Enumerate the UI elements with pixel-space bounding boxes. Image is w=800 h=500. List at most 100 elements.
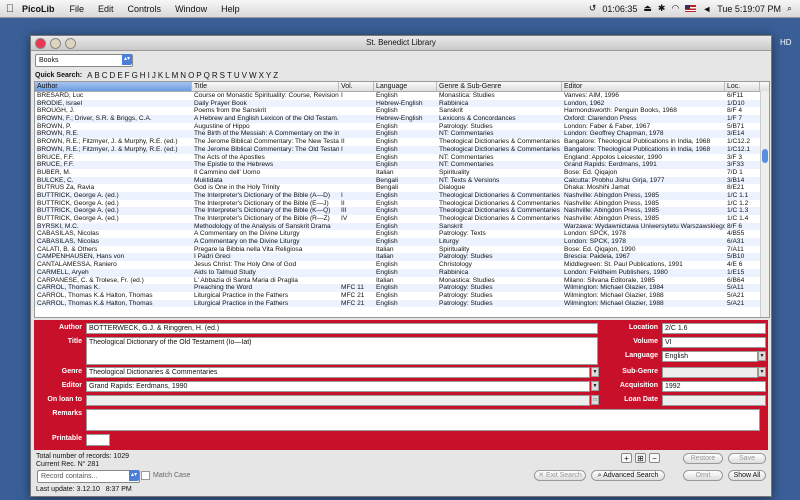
language-dropdown-icon[interactable]: ▼ xyxy=(758,351,766,361)
quick-search-letter[interactable]: B xyxy=(93,71,100,80)
quick-search-letter[interactable]: W xyxy=(248,71,258,80)
table-row[interactable]: BRODIE, Israel Daily Prayer Book Hebrew-En… xyxy=(35,99,769,108)
bluetooth-icon[interactable]: ✱ xyxy=(658,3,666,14)
subgenre-dropdown-icon[interactable]: ▼ xyxy=(758,367,766,377)
column-volume[interactable]: Vol. xyxy=(339,82,374,91)
collection-select[interactable]: Books ▴▾ xyxy=(35,53,133,67)
table-row[interactable]: BYRSKI, M.C. Methodology of the Analysis … xyxy=(35,222,769,231)
restore-button[interactable]: Restore xyxy=(683,453,723,464)
record-contains-select[interactable]: Record contains... ▴▾ xyxy=(37,470,140,483)
table-row[interactable]: CARROL, Thomas K.& Halton, Thomas Liturgi… xyxy=(35,292,769,300)
quick-search-letter[interactable]: K xyxy=(157,71,164,80)
volume-field[interactable]: VI xyxy=(662,337,766,348)
wifi-icon[interactable]: ◠ xyxy=(671,3,679,14)
table-row[interactable]: BROWN, R.E.; Fitzmyer, J. & Murphy, R.E.… xyxy=(35,145,769,154)
checkbox-icon[interactable] xyxy=(141,471,150,480)
omit-button[interactable]: Omit xyxy=(683,470,723,481)
genre-dropdown-icon[interactable]: ▼ xyxy=(591,367,599,377)
scroll-thumb[interactable] xyxy=(762,149,768,163)
column-editor[interactable]: Editor xyxy=(562,82,725,91)
delete-record-icon[interactable]: − xyxy=(649,453,660,463)
subgenre-field[interactable] xyxy=(662,367,758,378)
menu-window[interactable]: Window xyxy=(168,4,214,14)
menu-help[interactable]: Help xyxy=(214,4,247,14)
table-row[interactable]: BUTTRICK, George A. (ed.) The Interpreter… xyxy=(35,191,769,200)
table-row[interactable]: CARPANESE, C. & Trolese, Fr. (ed.) L' Abb… xyxy=(35,277,769,285)
match-case-checkbox[interactable]: Match Case xyxy=(141,471,190,480)
author-field[interactable]: BOTTERWECK, G.J. & Ringgren, H. (ed.) xyxy=(86,323,598,334)
table-row[interactable]: BUTTRICK, George A. (ed.) The Interpreter… xyxy=(35,215,769,223)
editor-dropdown-icon[interactable]: ▼ xyxy=(591,381,599,391)
advanced-search-button[interactable]: ⌕ Advanced Search xyxy=(591,470,665,481)
quick-search-letter[interactable]: Y xyxy=(265,71,272,80)
quick-search-letter[interactable]: S xyxy=(219,71,226,80)
column-location[interactable]: Loc. xyxy=(725,82,760,91)
title-field[interactable]: Theological Dictionary of the Old Testam… xyxy=(86,337,598,365)
table-row[interactable]: BROWN, R.E. The Birth of the Messiah: A C… xyxy=(35,130,769,139)
close-icon[interactable] xyxy=(35,38,46,49)
table-row[interactable]: CARROL, Thomas K. Preaching the Word MFC 1… xyxy=(35,284,769,292)
quick-search-letter[interactable]: C xyxy=(101,71,109,80)
quick-search-letter[interactable]: X xyxy=(258,71,265,80)
table-row[interactable]: BUTRUS Za, Ravia God is One in the Holy T… xyxy=(35,184,769,192)
quick-search-letter[interactable]: F xyxy=(124,71,131,80)
duplicate-record-icon[interactable]: ⊞ xyxy=(635,453,646,463)
column-language[interactable]: Language xyxy=(374,82,437,91)
menu-controls[interactable]: Controls xyxy=(121,4,169,14)
table-row[interactable]: BRUCE, F.F. The Epistle to the Hebrews Eng… xyxy=(35,161,769,169)
desktop-hd-label[interactable]: HD xyxy=(780,38,800,78)
table-row[interactable]: BULCKE, C. Muktidata Bengali NT: Texts & Ve… xyxy=(35,176,769,185)
quick-search-letter[interactable]: T xyxy=(226,71,233,80)
quick-search-letter[interactable]: V xyxy=(241,71,248,80)
exit-search-button[interactable]: ✕ Exit Search xyxy=(534,470,586,481)
table-row[interactable]: CARMELL, Aryeh Aids to Talmud Study Englis… xyxy=(35,268,769,277)
location-field[interactable]: 2/C 1.6 xyxy=(662,323,766,334)
add-record-icon[interactable]: + xyxy=(621,453,632,463)
spotlight-icon[interactable]: ⌕ xyxy=(787,3,792,14)
zoom-icon[interactable] xyxy=(65,38,76,49)
show-all-button[interactable]: Show All xyxy=(728,470,766,481)
quick-search-letter[interactable]: E xyxy=(116,71,123,80)
table-row[interactable]: BRESARD, Luc Course on Monastic Spiritual… xyxy=(35,92,769,100)
eject-icon[interactable]: ⏏ xyxy=(643,3,652,14)
acquisition-field[interactable]: 1992 xyxy=(662,381,766,392)
column-author[interactable]: Author xyxy=(35,82,192,91)
quick-search-letter[interactable]: G xyxy=(131,71,139,80)
table-row[interactable]: CANTALAMESSA, Raniero Jesus Christ: The H… xyxy=(35,261,769,269)
language-field[interactable]: English xyxy=(662,351,758,362)
table-row[interactable]: BUTTRICK, George A. (ed.) The Interpreter… xyxy=(35,200,769,208)
time-machine-icon[interactable]: ↺ xyxy=(589,3,597,14)
table-row[interactable]: BROWN, P. Augustine of Hippo English Patrol… xyxy=(35,123,769,131)
quick-search-letter[interactable]: U xyxy=(233,71,241,80)
minimize-icon[interactable] xyxy=(50,38,61,49)
table-row[interactable]: BRUCE, F.F. The Acts of the Apostles Engli… xyxy=(35,154,769,162)
column-genre[interactable]: Genre & Sub-Genre xyxy=(437,82,562,91)
quick-search-letter[interactable]: R xyxy=(211,71,219,80)
table-row[interactable]: BROWN, F.; Driver, S.R. & Briggs, C.A. A … xyxy=(35,115,769,123)
table-row[interactable]: BUTTRICK, George A. (ed.) The Interpreter… xyxy=(35,207,769,215)
apple-icon[interactable]:  xyxy=(0,3,20,15)
table-row[interactable]: BROWN, R.E.; Fitzmyer, J. & Murphy, R.E.… xyxy=(35,138,769,146)
table-row[interactable]: CABASILAS, Nicolas A Commentary on the Di… xyxy=(35,238,769,246)
quick-search-letter[interactable]: N xyxy=(179,71,187,80)
genre-field[interactable]: Theological Dictionaries & Commentaries xyxy=(86,367,590,378)
menu-edit[interactable]: Edit xyxy=(91,4,121,14)
table-row[interactable]: CARROL, Thomas K.& Halton, Thomas Liturgi… xyxy=(35,299,769,308)
quick-search-letter[interactable]: P xyxy=(195,71,202,80)
quick-search-letter[interactable]: O xyxy=(187,71,195,80)
quick-search-letter[interactable]: M xyxy=(171,71,180,80)
table-row[interactable]: BUBER, M. Il Cammino dell' Uomo Italian Spi… xyxy=(35,169,769,177)
menu-file[interactable]: File xyxy=(63,4,92,14)
table-row[interactable]: CABASILAS, Nicolas A Commentary on the Di… xyxy=(35,230,769,238)
quick-search-letter[interactable]: H xyxy=(139,71,147,80)
quick-search-letter[interactable]: Q xyxy=(203,71,211,80)
loandate-field[interactable] xyxy=(662,395,766,406)
quick-search-letter[interactable]: Z xyxy=(272,71,279,80)
flag-icon[interactable] xyxy=(685,5,697,12)
volume-icon[interactable]: ◄ xyxy=(702,4,711,14)
onloan-icon[interactable]: □ xyxy=(591,395,599,405)
printable-field[interactable] xyxy=(86,434,110,446)
quick-search-letter[interactable]: A xyxy=(86,71,93,80)
table-row[interactable]: CALATI, B. & Others Pregare la Bibbia nel… xyxy=(35,246,769,254)
editor-field[interactable]: Grand Rapids: Eerdmans, 1990 xyxy=(86,381,590,392)
